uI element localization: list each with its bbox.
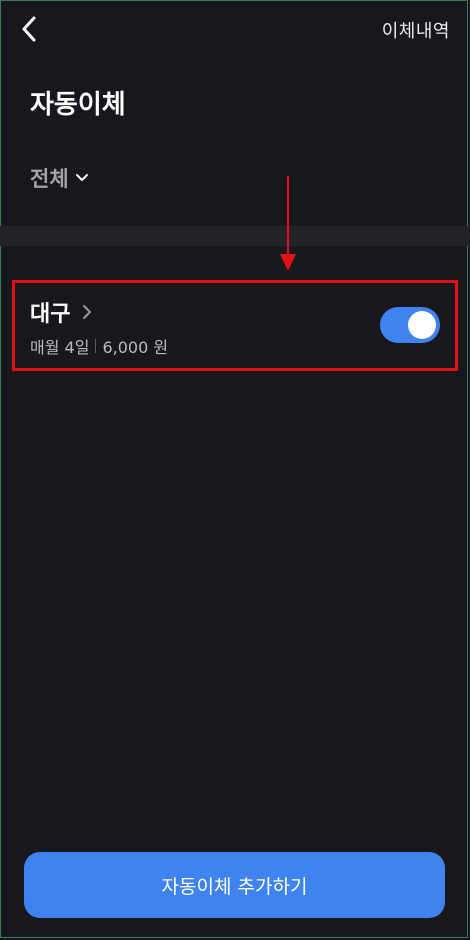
- transfer-title-row[interactable]: 대구: [30, 296, 92, 328]
- transfer-details: 매월 4일 6,000 원: [30, 334, 168, 358]
- add-auto-transfer-button[interactable]: 자동이체 추가하기: [24, 852, 445, 918]
- filter-label: 전체: [30, 167, 69, 191]
- section-divider: [0, 226, 470, 246]
- detail-separator: [95, 339, 97, 353]
- transfer-amount: 6,000 원: [102, 338, 169, 357]
- chevron-down-icon: [75, 174, 88, 181]
- transfer-schedule: 매월 4일: [30, 338, 90, 357]
- transfer-name: 대구: [30, 302, 71, 327]
- toggle-knob: [408, 311, 436, 339]
- back-button[interactable]: [14, 14, 44, 44]
- chevron-left-icon: [22, 16, 36, 42]
- transfer-history-link[interactable]: 이체내역: [382, 17, 450, 43]
- annotation-arrow: [280, 176, 296, 271]
- transfer-item[interactable]: 대구 매월 4일 6,000 원: [30, 296, 440, 358]
- transfer-enabled-toggle[interactable]: [380, 307, 440, 343]
- filter-dropdown[interactable]: 전체: [30, 163, 89, 193]
- top-bar: 이체내역: [0, 0, 470, 60]
- chevron-right-icon: [83, 305, 92, 319]
- screen-frame: [0, 0, 468, 938]
- page-title: 자동이체: [30, 90, 126, 120]
